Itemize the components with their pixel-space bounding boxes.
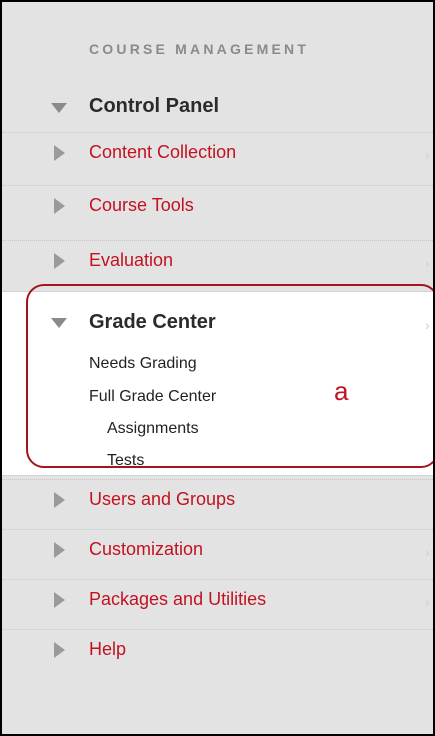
control-panel-header[interactable]: Control Panel [2,88,433,126]
menu-item-label: Evaluation [89,250,174,270]
menu-item-packages-and-utilities[interactable]: Packages and Utilities › [2,579,433,620]
caret-right-icon [54,145,65,161]
menu-item-label: Content Collection [89,142,237,162]
course-management-panel: COURSE MANAGEMENT Control Panel Content … [0,0,435,736]
control-panel-label: Control Panel [89,95,220,117]
menu-item-label: Course Tools [89,195,194,215]
chevron-right-icon: › [425,147,430,163]
annotation-label: a [334,376,349,406]
menu-item-label: Users and Groups [89,489,236,509]
menu-item-label: Packages and Utilities [89,589,267,609]
menu-item-course-tools[interactable]: Course Tools [2,185,433,226]
menu-item-content-collection[interactable]: Content Collection › [2,132,433,173]
chevron-right-icon: › [425,594,430,610]
section-title: COURSE MANAGEMENT [89,41,310,57]
chevron-right-icon: › [425,255,430,271]
menu-item-label: Help [89,639,127,659]
caret-down-icon [51,103,67,113]
chevron-right-icon: › [425,544,430,560]
menu-item-evaluation[interactable]: Evaluation › [2,240,433,281]
menu-item-customization[interactable]: Customization › [2,529,433,570]
caret-right-icon [54,492,65,508]
caret-right-icon [54,592,65,608]
caret-right-icon [54,542,65,558]
menu-item-help[interactable]: Help [2,629,433,670]
menu-item-users-and-groups[interactable]: Users and Groups [2,479,433,520]
caret-right-icon [54,253,65,269]
caret-right-icon [54,642,65,658]
menu-item-label: Customization [89,539,204,559]
caret-right-icon [54,198,65,214]
annotation-highlight-box [26,284,433,468]
